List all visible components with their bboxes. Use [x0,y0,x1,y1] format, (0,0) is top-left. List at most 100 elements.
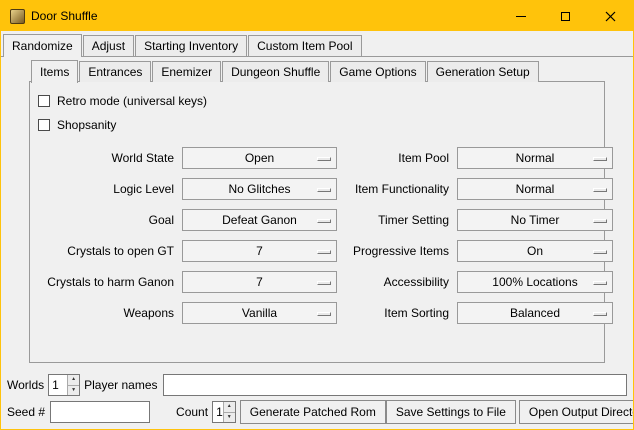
retro-mode-checkbox[interactable] [38,95,50,107]
tab-enemizer[interactable]: Enemizer [152,61,221,82]
window-title: Door Shuffle [31,9,98,23]
seed-label: Seed # [7,405,45,419]
goal-label: Goal [36,213,174,227]
maximize-icon [561,12,570,21]
logic-level-dropdown[interactable]: No Glitches [182,178,337,200]
progressive-items-label: Progressive Items [345,244,449,258]
door-shuffle-window: Door Shuffle Randomize Adjust Starting I… [0,0,634,430]
item-sorting-dropdown[interactable]: Balanced [457,302,613,324]
logic-level-label: Logic Level [36,182,174,196]
outer-tab-bar: Randomize Adjust Starting Inventory Cust… [3,34,363,56]
progressive-items-dropdown[interactable]: On [457,240,613,262]
tab-adjust[interactable]: Adjust [83,35,134,56]
maximize-button[interactable] [543,1,588,31]
item-pool-dropdown[interactable]: Normal [457,147,613,169]
worlds-spin-arrows: ▲ ▼ [67,375,79,395]
items-page: Retro mode (universal keys) Shopsanity W… [29,81,605,363]
item-sorting-label: Item Sorting [345,306,449,320]
item-pool-value: Normal [516,151,555,165]
spin-down-icon[interactable]: ▼ [68,385,79,396]
seed-input[interactable] [50,401,150,423]
item-functionality-label: Item Functionality [345,182,449,196]
tab-starting-inventory[interactable]: Starting Inventory [135,35,247,56]
close-icon [605,11,616,22]
item-functionality-dropdown[interactable]: Normal [457,178,613,200]
inner-notebook: Items Entrances Enemizer Dungeon Shuffle… [29,60,605,363]
crystals-ganon-label: Crystals to harm Ganon [36,275,174,289]
spin-up-icon[interactable]: ▲ [224,402,235,412]
timer-setting-label: Timer Setting [345,213,449,227]
minimize-icon [516,16,526,17]
weapons-label: Weapons [36,306,174,320]
item-functionality-value: Normal [516,182,555,196]
worlds-label: Worlds [7,378,44,392]
tab-game-options[interactable]: Game Options [330,61,425,82]
shopsanity-label: Shopsanity [57,118,116,132]
shopsanity-row: Shopsanity [36,114,598,136]
logic-level-value: No Glitches [228,182,290,196]
title-bar: Door Shuffle [1,1,633,31]
tab-dungeon-shuffle[interactable]: Dungeon Shuffle [222,61,329,82]
tab-generation-setup[interactable]: Generation Setup [427,61,539,82]
crystals-ganon-value: 7 [256,275,263,289]
shopsanity-checkbox[interactable] [38,119,50,131]
count-label: Count [176,405,208,419]
retro-mode-row: Retro mode (universal keys) [36,90,598,112]
dropdown-indicator-icon [593,281,607,285]
save-settings-button[interactable]: Save Settings to File [386,400,516,424]
tab-custom-item-pool[interactable]: Custom Item Pool [248,35,361,56]
timer-setting-dropdown[interactable]: No Timer [457,209,613,231]
world-state-label: World State [36,151,174,165]
item-sorting-value: Balanced [510,306,560,320]
dropdown-indicator-icon [593,250,607,254]
tab-randomize[interactable]: Randomize [3,34,82,57]
dropdown-indicator-icon [593,157,607,161]
count-spinbox[interactable]: 1 ▲ ▼ [212,401,236,423]
dropdown-indicator-icon [317,157,331,161]
crystals-gt-dropdown[interactable]: 7 [182,240,337,262]
spin-up-icon[interactable]: ▲ [68,375,79,385]
tab-items[interactable]: Items [31,60,78,83]
bottom-controls: Worlds 1 ▲ ▼ Player names Seed # Count 1 [7,370,627,424]
weapons-value: Vanilla [242,306,277,320]
dropdown-indicator-icon [317,312,331,316]
player-names-label: Player names [84,378,157,392]
dropdown-indicator-icon [593,219,607,223]
dropdown-indicator-icon [317,219,331,223]
player-names-input[interactable] [163,374,628,396]
goal-dropdown[interactable]: Defeat Ganon [182,209,337,231]
dropdown-indicator-icon [317,281,331,285]
minimize-button[interactable] [498,1,543,31]
app-icon [10,9,25,24]
dropdown-indicator-icon [317,250,331,254]
retro-mode-label: Retro mode (universal keys) [57,94,207,108]
spin-down-icon[interactable]: ▼ [224,412,235,423]
progressive-items-value: On [527,244,543,258]
crystals-gt-value: 7 [256,244,263,258]
count-spin-arrows: ▲ ▼ [223,402,235,422]
accessibility-dropdown[interactable]: 100% Locations [457,271,613,293]
weapons-dropdown[interactable]: Vanilla [182,302,337,324]
accessibility-value: 100% Locations [492,275,577,289]
worlds-value: 1 [49,375,67,395]
open-output-directory-button[interactable]: Open Output Directory [519,400,634,424]
crystals-ganon-dropdown[interactable]: 7 [182,271,337,293]
world-state-dropdown[interactable]: Open [182,147,337,169]
tab-entrances[interactable]: Entrances [79,61,151,82]
world-state-value: Open [245,151,274,165]
randomize-page: Items Entrances Enemizer Dungeon Shuffle… [1,56,633,429]
dropdown-indicator-icon [593,188,607,192]
dropdown-indicator-icon [593,312,607,316]
timer-setting-value: No Timer [511,213,560,227]
accessibility-label: Accessibility [345,275,449,289]
item-pool-label: Item Pool [345,151,449,165]
close-button[interactable] [588,1,633,31]
goal-value: Defeat Ganon [222,213,297,227]
options-grid: World State Open Item Pool Normal Logic … [36,147,598,324]
generate-patched-rom-button[interactable]: Generate Patched Rom [240,400,386,424]
window-controls [498,1,633,31]
inner-tab-bar: Items Entrances Enemizer Dungeon Shuffle… [31,60,540,82]
worlds-spinbox[interactable]: 1 ▲ ▼ [48,374,80,396]
worlds-row: Worlds 1 ▲ ▼ Player names [7,374,627,396]
count-value: 1 [213,402,223,422]
